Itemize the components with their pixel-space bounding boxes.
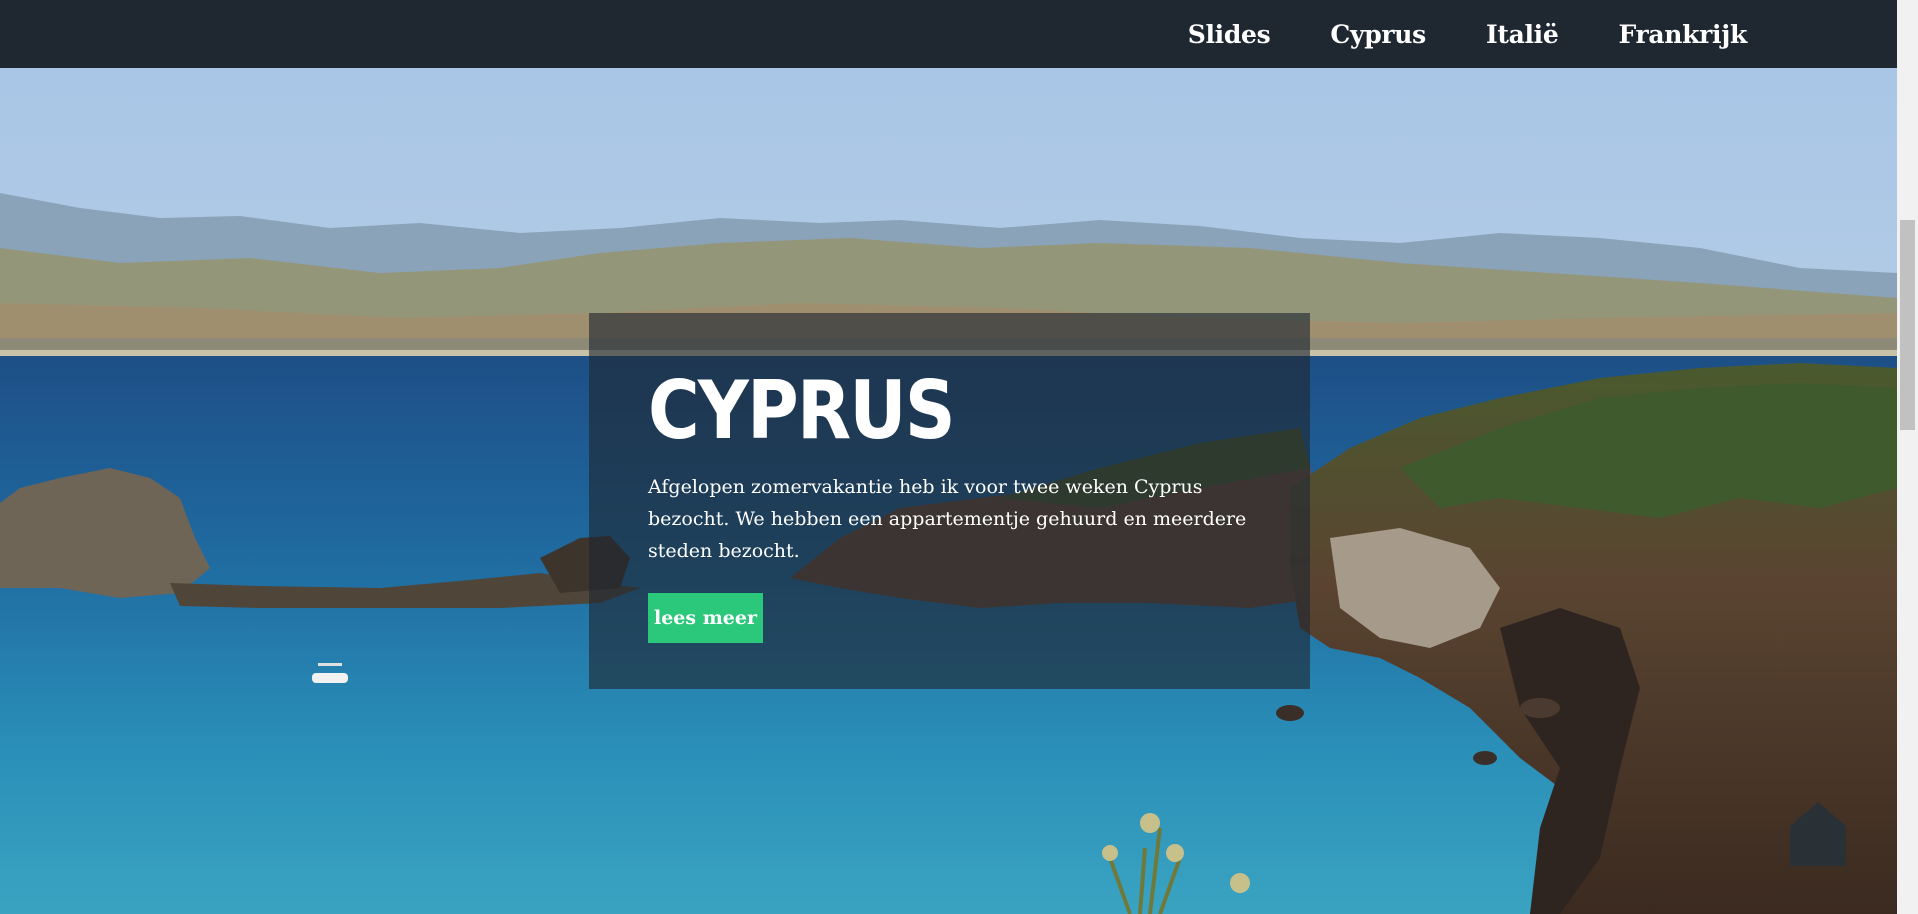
nav-menu: Slides Cyprus Italië Frankrijk (1128, 0, 1748, 68)
back-to-top-icon[interactable] (1788, 800, 1848, 868)
top-navbar: Slides Cyprus Italië Frankrijk (0, 0, 1897, 68)
scrollbar-thumb[interactable] (1900, 220, 1915, 430)
nav-item-italie[interactable]: Italië (1486, 20, 1559, 49)
hero-card: CYPRUS Afgelopen zomervakantie heb ik vo… (589, 313, 1310, 689)
hero-title: CYPRUS (648, 364, 956, 457)
nav-item-frankrijk[interactable]: Frankrijk (1618, 20, 1747, 49)
page-scrollbar[interactable] (1897, 0, 1918, 914)
hero-description: Afgelopen zomervakantie heb ik voor twee… (648, 476, 1247, 562)
nav-item-cyprus[interactable]: Cyprus (1330, 20, 1426, 49)
read-more-button[interactable]: lees meer (648, 593, 763, 643)
nav-item-slides[interactable]: Slides (1188, 20, 1271, 49)
